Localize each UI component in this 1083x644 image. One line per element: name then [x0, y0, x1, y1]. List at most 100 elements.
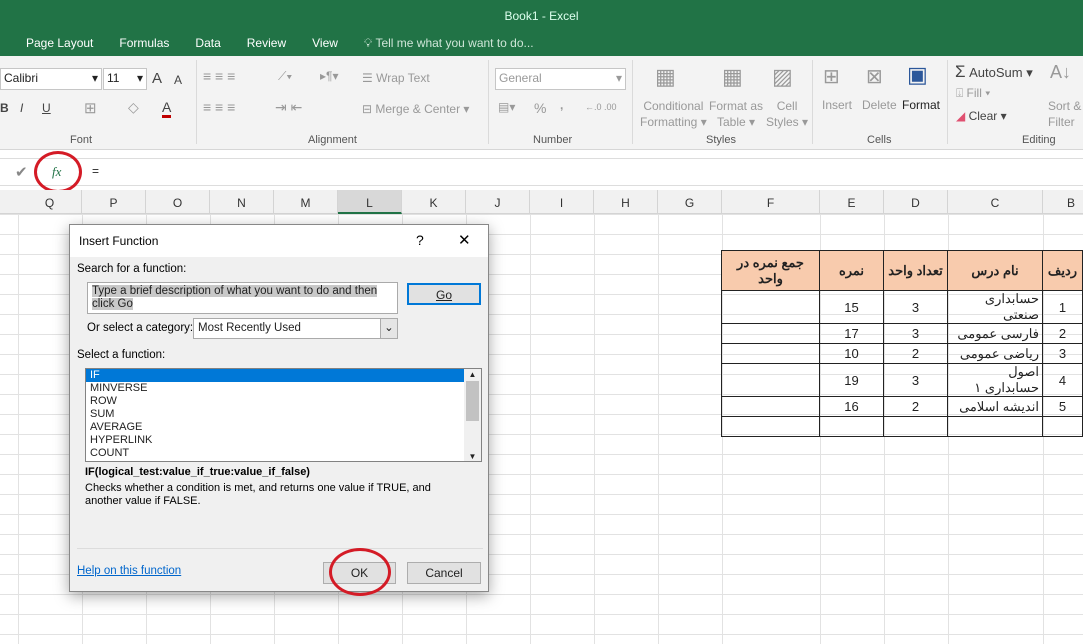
column-header-B[interactable]: B: [1043, 190, 1083, 214]
column-header-E[interactable]: E: [820, 190, 884, 214]
scroll-down-icon[interactable]: ▼: [464, 452, 481, 461]
wrap-text-button[interactable]: ☰ Wrap Text: [362, 71, 430, 85]
font-name-select[interactable]: Calibri ▾: [0, 68, 102, 90]
column-header-H[interactable]: H: [594, 190, 658, 214]
header-cell[interactable]: ردیف: [1042, 250, 1083, 291]
formula-input[interactable]: =: [92, 164, 99, 178]
scroll-thumb[interactable]: [466, 381, 479, 421]
cell[interactable]: [721, 323, 820, 344]
function-item[interactable]: COUNT: [86, 447, 464, 460]
orientation-icon[interactable]: ⟋▾: [278, 69, 292, 84]
column-header-C[interactable]: C: [948, 190, 1043, 214]
tab-page-layout[interactable]: Page Layout: [26, 36, 93, 51]
cell[interactable]: 3: [883, 363, 948, 397]
column-header-K[interactable]: K: [402, 190, 466, 214]
go-button[interactable]: Go: [407, 283, 481, 305]
cell[interactable]: 19: [819, 363, 884, 397]
column-header-J[interactable]: J: [466, 190, 530, 214]
close-button[interactable]: ✕: [458, 231, 471, 249]
font-size-select[interactable]: 11 ▾: [103, 68, 147, 90]
format-button[interactable]: Format: [902, 98, 940, 112]
comma-button[interactable]: ,: [560, 98, 563, 112]
cell[interactable]: ریاضی عمومی: [947, 343, 1043, 364]
function-item[interactable]: AVERAGE: [86, 421, 464, 434]
column-header-G[interactable]: G: [658, 190, 722, 214]
sort-filter-button[interactable]: Sort & Filter: [1048, 98, 1081, 130]
column-header-D[interactable]: D: [884, 190, 948, 214]
tab-view[interactable]: View: [312, 36, 338, 51]
autosum-button[interactable]: Σ AutoSum ▾: [955, 62, 1033, 82]
header-cell[interactable]: تعداد واحد: [883, 250, 948, 291]
insert-button[interactable]: Insert: [822, 98, 852, 112]
cell[interactable]: 15: [819, 290, 884, 324]
cell-styles-button[interactable]: Cell Styles ▾: [766, 98, 808, 130]
number-format-select[interactable]: General ▾: [495, 68, 626, 90]
cell[interactable]: 10: [819, 343, 884, 364]
function-item[interactable]: HYPERLINK: [86, 434, 464, 447]
grow-font-button[interactable]: A: [152, 70, 162, 87]
header-cell[interactable]: نمره: [819, 250, 884, 291]
cell[interactable]: 16: [819, 396, 884, 417]
cell[interactable]: اندیشه اسلامی: [947, 396, 1043, 417]
cell[interactable]: 3: [883, 290, 948, 324]
percent-button[interactable]: %: [534, 100, 546, 116]
cell[interactable]: [819, 416, 884, 437]
cell[interactable]: 4: [1042, 363, 1083, 397]
rtl-icon[interactable]: ▸¶▾: [320, 69, 339, 83]
font-color-button[interactable]: A: [162, 99, 172, 118]
column-header-I[interactable]: I: [530, 190, 594, 214]
format-as-table-button[interactable]: Format as Table ▾: [709, 98, 763, 130]
cell[interactable]: 3: [1042, 343, 1083, 364]
function-item[interactable]: ROW: [86, 395, 464, 408]
align-left-icon[interactable]: ≡ ≡ ≡: [203, 99, 235, 115]
conditional-formatting-button[interactable]: Conditional Formatting ▾: [640, 98, 707, 130]
cell[interactable]: [721, 343, 820, 364]
currency-icon[interactable]: ▤▾: [498, 100, 515, 114]
delete-button[interactable]: Delete: [862, 98, 897, 112]
function-item[interactable]: MINVERSE: [86, 382, 464, 395]
cell[interactable]: 3: [883, 323, 948, 344]
column-header-F[interactable]: F: [722, 190, 820, 214]
cell[interactable]: 17: [819, 323, 884, 344]
column-header-O[interactable]: O: [146, 190, 210, 214]
merge-center-button[interactable]: ⊟ Merge & Center ▾: [362, 102, 469, 116]
bold-button[interactable]: B: [0, 101, 9, 115]
shrink-font-button[interactable]: A: [174, 73, 182, 87]
decimal-icons[interactable]: ←.0 .00: [585, 102, 617, 112]
list-scrollbar[interactable]: ▲ ▼: [464, 369, 481, 461]
column-header-L[interactable]: L: [338, 190, 402, 214]
cell[interactable]: [721, 396, 820, 417]
tell-me-box[interactable]: 💡︎ Tell me what you want to do...: [364, 36, 534, 51]
search-function-input[interactable]: Type a brief description of what you wan…: [87, 282, 398, 314]
cell[interactable]: [721, 416, 820, 437]
cell[interactable]: اصول حسابداری ۱: [947, 363, 1043, 397]
column-header-P[interactable]: P: [82, 190, 146, 214]
underline-button[interactable]: U: [42, 101, 51, 115]
function-item[interactable]: IF: [86, 369, 464, 382]
tab-data[interactable]: Data: [195, 36, 220, 51]
cell[interactable]: 2: [883, 396, 948, 417]
fill-color-icon[interactable]: ◇: [128, 99, 139, 116]
header-cell[interactable]: نام درس: [947, 250, 1043, 291]
scroll-up-icon[interactable]: ▲: [464, 369, 481, 381]
help-button[interactable]: ?: [416, 232, 424, 248]
clear-button[interactable]: ◢ Clear ▾: [956, 109, 1007, 123]
align-top-icon[interactable]: ≡ ≡ ≡: [203, 68, 235, 84]
indent-icon[interactable]: ⇥ ⇤: [275, 99, 302, 116]
cell[interactable]: فارسی عمومی: [947, 323, 1043, 344]
cell[interactable]: 2: [1042, 323, 1083, 344]
function-item[interactable]: SUM: [86, 408, 464, 421]
tab-review[interactable]: Review: [247, 36, 286, 51]
column-header-M[interactable]: M: [274, 190, 338, 214]
header-cell[interactable]: جمع نمره در واحد: [721, 250, 820, 291]
column-header-Q[interactable]: Q: [18, 190, 82, 214]
cell[interactable]: 5: [1042, 396, 1083, 417]
cell[interactable]: حسابداری صنعتی: [947, 290, 1043, 324]
chevron-down-icon[interactable]: ⌄: [380, 319, 397, 338]
help-link[interactable]: Help on this function: [77, 565, 181, 577]
cell[interactable]: [1042, 416, 1083, 437]
column-header-N[interactable]: N: [210, 190, 274, 214]
fill-button[interactable]: ⍗ Fill ▾: [956, 86, 990, 101]
borders-icon[interactable]: ⊞: [84, 99, 97, 117]
cell[interactable]: [947, 416, 1043, 437]
